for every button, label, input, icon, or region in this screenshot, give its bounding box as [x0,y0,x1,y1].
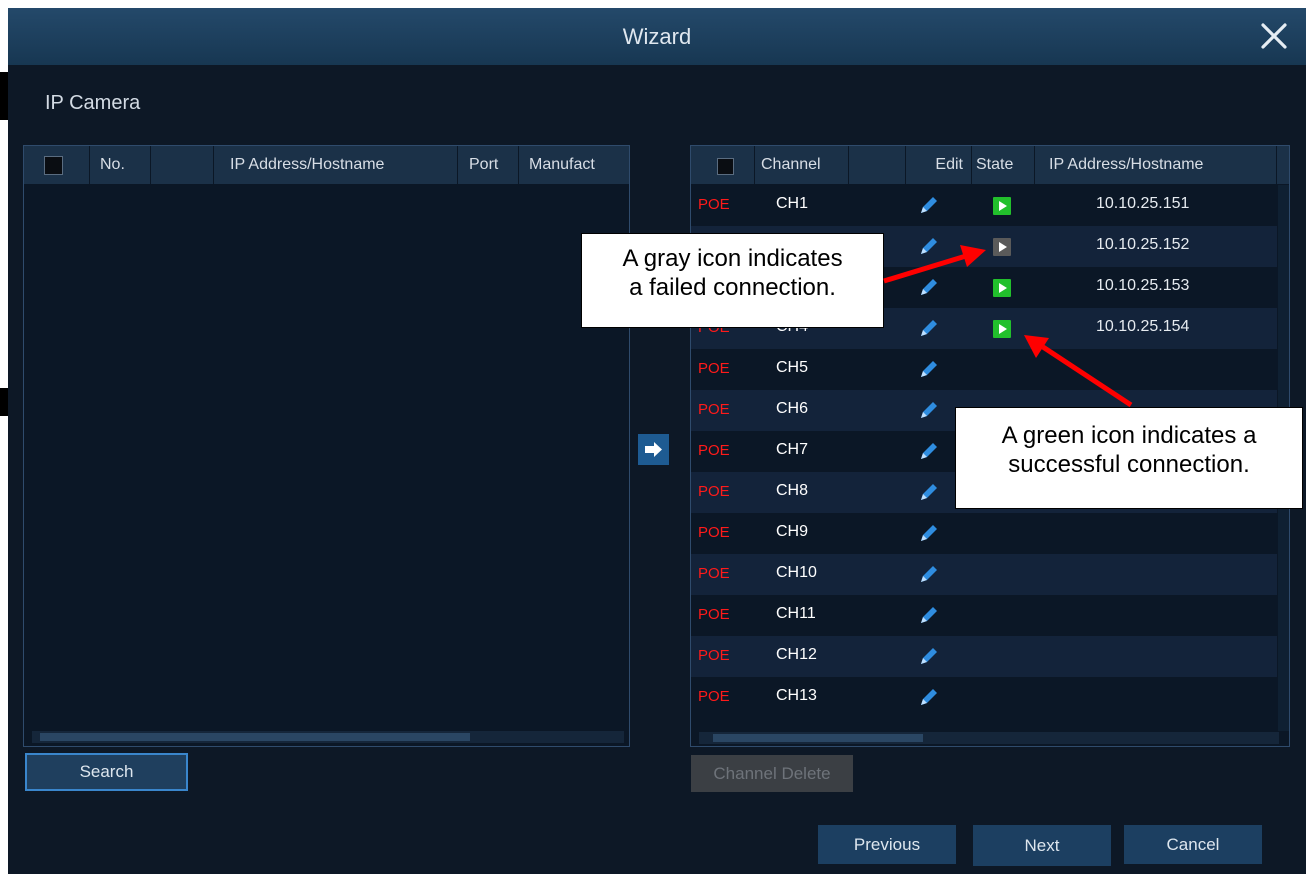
search-results-table: No. IP Address/Hostname Port Manufact [23,145,630,747]
pencil-icon[interactable] [917,357,941,381]
pencil-icon[interactable] [917,398,941,422]
title-bar: Wizard [8,8,1306,65]
search-button[interactable]: Search [25,753,188,791]
column-header: Manufact [529,156,595,173]
column-header: Edit [906,146,972,184]
channel-name: CH11 [776,605,816,622]
poe-label: POE [698,688,730,705]
pencil-icon[interactable] [917,562,941,586]
channel-name: CH5 [776,359,809,376]
callout-line: a failed connection. [629,274,836,301]
pencil-icon[interactable] [917,316,941,340]
ip-address: 10.10.25.152 [1096,236,1190,253]
poe-label: POE [698,442,730,459]
column-header: IP Address/Hostname [1035,146,1277,184]
play-icon[interactable] [993,197,1011,215]
close-icon[interactable] [1254,16,1294,56]
horizontal-scrollbar[interactable] [699,732,1279,744]
column-header: No. [90,146,151,184]
channel-name: CH9 [776,523,809,540]
pencil-icon[interactable] [917,439,941,463]
table-row[interactable]: POE CH11 [691,595,1277,636]
column-header [849,146,906,184]
play-icon[interactable] [993,238,1011,256]
green-icon-callout: A green icon indicates a successful conn… [955,407,1303,509]
table-row[interactable]: POE CH5 [691,349,1277,390]
table-row[interactable]: POE CH10 [691,554,1277,595]
ip-address: 10.10.25.154 [1096,318,1190,335]
pencil-icon[interactable] [917,644,941,668]
section-title: IP Camera [45,92,141,114]
play-icon[interactable] [993,279,1011,297]
poe-label: POE [698,483,730,500]
channel-name: CH12 [776,646,817,663]
select-all-header [691,146,755,184]
select-all-header [24,146,90,184]
dialog-title: Wizard [622,24,692,49]
table-header: Channel Edit State IP Address/Hostname [691,146,1289,184]
callout-line: A green icon indicates a [1001,422,1257,449]
callout-line: successful connection. [1008,451,1250,478]
channel-name: CH13 [776,687,817,704]
ip-address: 10.10.25.151 [1096,195,1190,212]
scrollbar-thumb[interactable] [40,733,470,741]
cancel-button[interactable]: Cancel [1124,825,1262,864]
poe-label: POE [698,565,730,582]
add-to-channels-button[interactable] [638,434,669,465]
pencil-icon[interactable] [917,603,941,627]
scrollbar-thumb[interactable] [713,734,923,742]
pencil-icon[interactable] [917,480,941,504]
column-header: Channel [755,146,849,184]
next-button[interactable]: Next [973,825,1111,866]
poe-label: POE [698,360,730,377]
channel-delete-button[interactable]: Channel Delete [691,755,853,792]
table-row[interactable]: POE CH1 10.10.25.151 [691,185,1277,226]
column-header: State [972,146,1035,184]
channel-name: CH6 [776,400,809,417]
channel-name: CH1 [776,195,809,212]
channel-name: CH10 [776,564,817,581]
poe-label: POE [698,401,730,418]
channel-name: CH7 [776,441,809,458]
callout-line: A gray icon indicates [622,245,843,272]
column-header: IP Address/Hostname [214,146,458,184]
arrow-right-icon [645,442,662,457]
pencil-icon[interactable] [917,275,941,299]
channel-name: CH8 [776,482,809,499]
pencil-icon[interactable] [917,685,941,709]
table-row[interactable]: POE CH9 [691,513,1277,554]
play-icon[interactable] [993,320,1011,338]
pencil-icon[interactable] [917,234,941,258]
pencil-icon[interactable] [917,193,941,217]
poe-label: POE [698,196,730,213]
select-all-checkbox[interactable] [44,156,63,175]
horizontal-scrollbar[interactable] [32,731,624,743]
ip-address: 10.10.25.153 [1096,277,1190,294]
pencil-icon[interactable] [917,521,941,545]
gray-icon-callout: A gray icon indicates a failed connectio… [581,233,884,328]
select-all-checkbox[interactable] [717,158,734,175]
poe-label: POE [698,524,730,541]
column-header [151,146,214,184]
column-header: Port [458,146,519,184]
poe-label: POE [698,606,730,623]
table-row[interactable]: POE CH13 [691,677,1277,718]
poe-label: POE [698,647,730,664]
previous-button[interactable]: Previous [818,825,956,864]
table-row[interactable]: POE CH12 [691,636,1277,677]
table-header: No. IP Address/Hostname Port Manufact [24,146,629,184]
